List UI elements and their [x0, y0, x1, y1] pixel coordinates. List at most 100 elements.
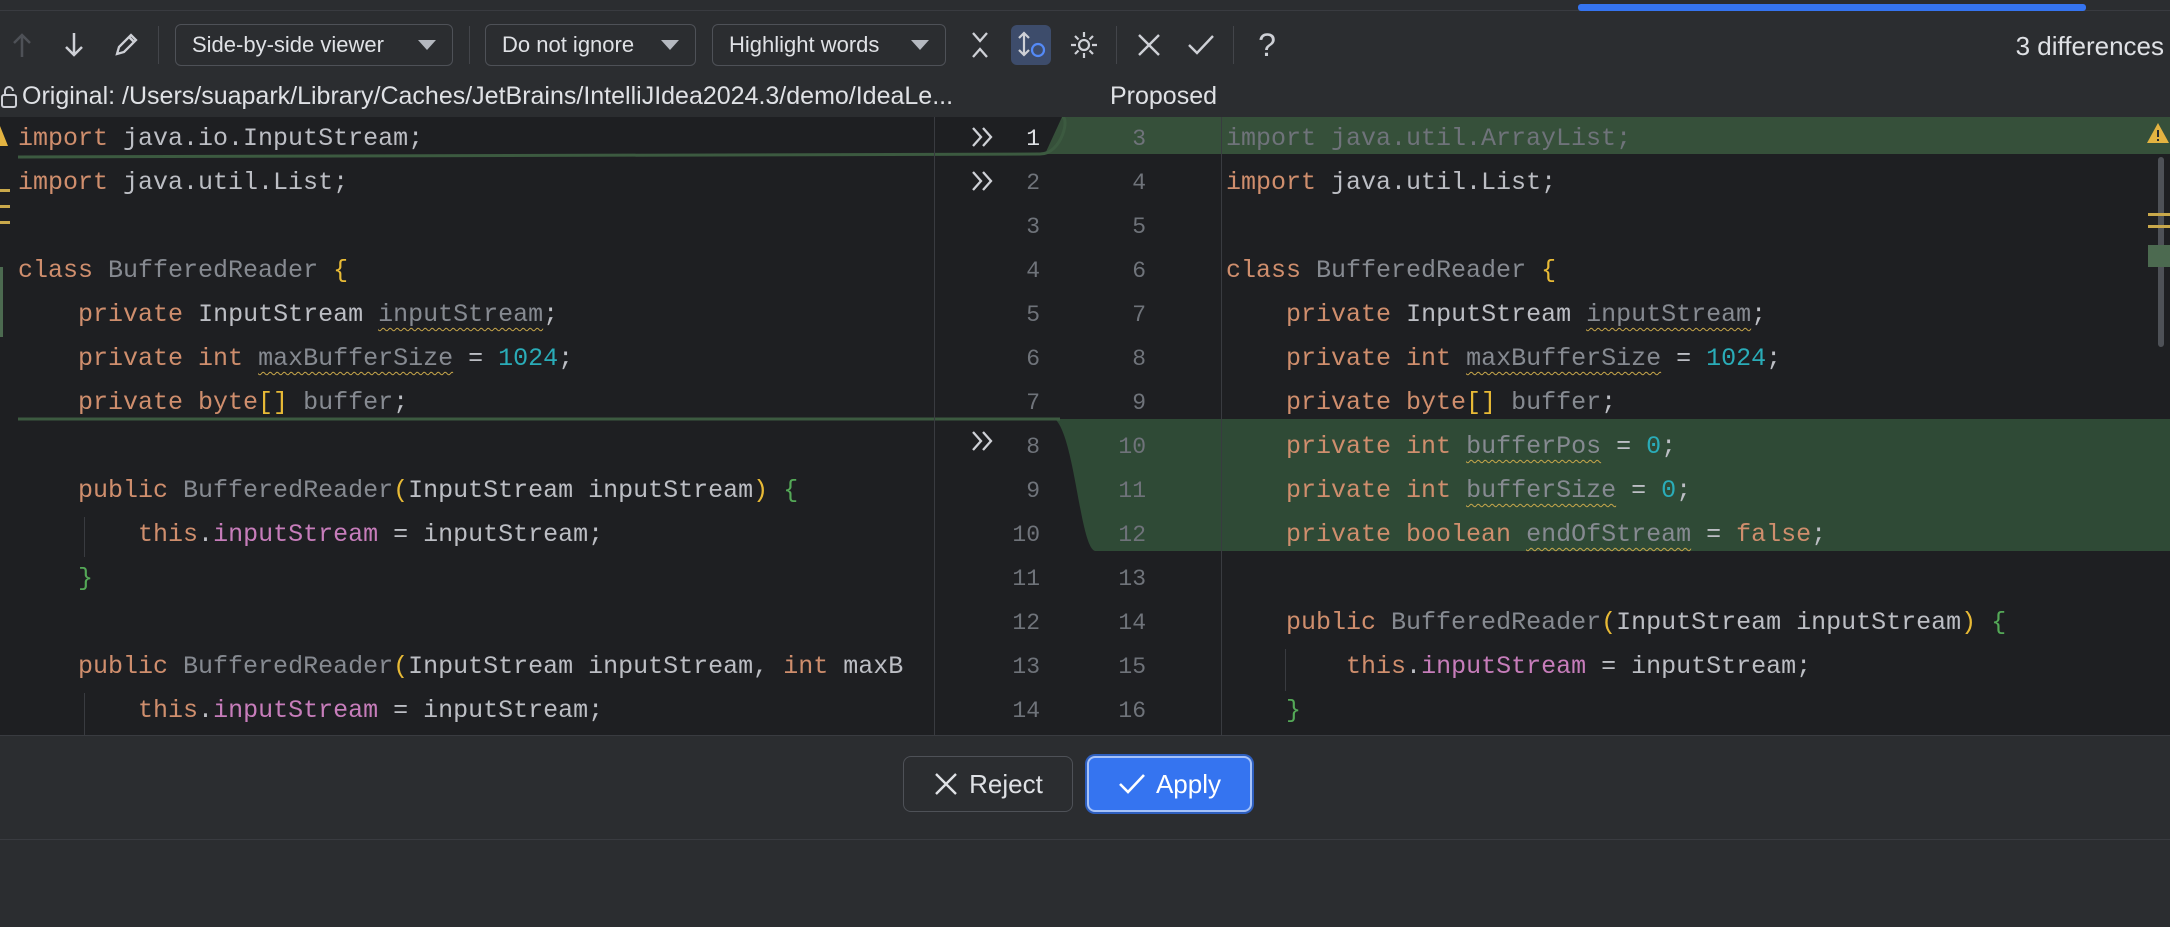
ignore-mode-dropdown[interactable]: Do not ignore — [485, 24, 696, 66]
diff-editor[interactable]: import java.io.InputStream; import java.… — [0, 117, 2170, 735]
right-code-line: import java.util.ArrayList; — [1226, 124, 1632, 153]
right-line-number: 11 — [1118, 478, 1146, 504]
apply-change-arrow-icon[interactable] — [970, 123, 996, 156]
right-code-line: public BufferedReader(InputStream inputS… — [1286, 608, 2007, 637]
right-code-line: import java.util.List; — [1226, 168, 1557, 197]
left-code-line: } — [78, 564, 94, 593]
right-code-line: private InputStream inputStream; — [1286, 300, 1767, 329]
indent-guide — [84, 517, 85, 557]
scroll-marker — [0, 189, 10, 192]
toolbar-separator — [158, 26, 159, 64]
chevron-down-icon — [911, 40, 929, 50]
right-line-number: 9 — [1132, 390, 1146, 416]
highlight-mode-value: Highlight words — [729, 32, 880, 57]
right-code-line: private int maxBufferSize = 1024; — [1286, 344, 1782, 373]
right-line-number: 6 — [1132, 258, 1146, 284]
left-code-line: private InputStream inputStream; — [78, 300, 559, 329]
left-code-line: private int maxBufferSize = 1024; — [78, 344, 574, 373]
edit-pencil-icon[interactable] — [106, 25, 146, 65]
left-code-line: import java.util.List; — [18, 168, 349, 197]
apply-change-arrow-icon[interactable] — [970, 427, 996, 460]
left-line-number: 9 — [1026, 478, 1040, 504]
left-line-number: 4 — [1026, 258, 1040, 284]
check-icon — [1119, 774, 1145, 794]
progress-indicator — [1578, 4, 2086, 11]
previous-difference-icon[interactable] — [2, 25, 42, 65]
left-line-number: 8 — [1026, 434, 1040, 460]
diff-toolbar: Side-by-side viewer Do not ignore Highli… — [0, 11, 2170, 79]
collapse-unchanged-icon[interactable] — [960, 25, 1000, 65]
reject-button[interactable]: Reject — [903, 756, 1073, 812]
left-line-number: 13 — [1012, 654, 1040, 680]
warning-icon — [2146, 121, 2170, 150]
left-line-number: 11 — [1012, 566, 1040, 592]
viewer-mode-value: Side-by-side viewer — [192, 32, 384, 57]
right-line-number: 15 — [1118, 654, 1146, 680]
right-code-line: class BufferedReader { — [1226, 256, 1557, 285]
left-line-number: 3 — [1026, 214, 1040, 240]
right-line-number: 13 — [1118, 566, 1146, 592]
accept-all-check-icon[interactable] — [1181, 25, 1221, 65]
highlight-mode-dropdown[interactable]: Highlight words — [712, 24, 946, 66]
right-line-number: 4 — [1132, 170, 1146, 196]
left-code-line: this.inputStream = inputStream; — [138, 520, 604, 549]
warning-icon — [0, 123, 10, 154]
right-line-number: 8 — [1132, 346, 1146, 372]
left-code-line: private byte[] buffer; — [78, 388, 409, 417]
left-line-number: 5 — [1026, 302, 1040, 328]
close-icon — [935, 773, 957, 795]
right-code-line: private int bufferPos = 0; — [1286, 432, 1677, 461]
chevron-down-icon — [418, 40, 436, 50]
right-code-line: private byte[] buffer; — [1286, 388, 1617, 417]
scroll-marker — [2148, 213, 2170, 216]
left-line-number: 1 — [1026, 126, 1040, 152]
right-line-number: 7 — [1132, 302, 1146, 328]
right-line-number: 10 — [1118, 434, 1146, 460]
left-line-number: 14 — [1012, 698, 1040, 724]
scroll-marker — [0, 221, 10, 224]
reject-label: Reject — [969, 768, 1043, 799]
proposed-label: Proposed — [1110, 82, 1218, 110]
left-code-line: import java.io.InputStream; — [18, 124, 424, 153]
toolbar-separator — [1116, 26, 1117, 64]
scroll-marker — [0, 267, 3, 337]
apply-button[interactable]: Apply — [1087, 756, 1252, 812]
scroll-marker — [2148, 225, 2170, 228]
left-code-line: this.inputStream = inputStream; — [138, 696, 604, 725]
left-line-number: 12 — [1012, 610, 1040, 636]
apply-change-arrow-icon[interactable] — [970, 167, 996, 200]
left-line-number: 2 — [1026, 170, 1040, 196]
apply-label: Apply — [1155, 768, 1222, 799]
action-bar — [0, 735, 2170, 840]
sync-scroll-toggle-icon[interactable] — [1011, 25, 1051, 65]
left-line-number: 10 — [1012, 522, 1040, 548]
ignore-mode-value: Do not ignore — [502, 32, 635, 57]
left-line-number: 7 — [1026, 390, 1040, 416]
toolbar-separator — [469, 26, 470, 64]
right-line-number: 16 — [1118, 698, 1146, 724]
footer-panel — [0, 839, 2170, 927]
chevron-down-icon — [661, 40, 679, 50]
scroll-marker — [2148, 245, 2170, 267]
left-line-number: 6 — [1026, 346, 1040, 372]
reject-all-close-icon[interactable] — [1129, 25, 1169, 65]
right-code-line: private int bufferSize = 0; — [1286, 476, 1692, 505]
next-difference-icon[interactable] — [54, 25, 94, 65]
lock-icon — [0, 84, 18, 115]
gutter-divider — [1221, 117, 1222, 735]
left-code-line: public BufferedReader(InputStream inputS… — [78, 652, 904, 681]
viewer-mode-dropdown[interactable]: Side-by-side viewer — [175, 24, 453, 66]
right-code-line: } — [1286, 696, 1302, 725]
right-line-number: 5 — [1132, 214, 1146, 240]
toolbar-separator — [1233, 26, 1234, 64]
left-code-line: public BufferedReader(InputStream inputS… — [78, 476, 799, 505]
right-code-line: this.inputStream = inputStream; — [1346, 652, 1812, 681]
help-icon[interactable]: ? — [1247, 25, 1287, 65]
differences-count: 3 differences — [2015, 31, 2164, 61]
right-code-line: private boolean endOfStream = false; — [1286, 520, 1827, 549]
gutter-divider — [934, 117, 935, 735]
left-code-line: class BufferedReader { — [18, 256, 349, 285]
right-line-number: 3 — [1132, 126, 1146, 152]
scroll-marker — [0, 205, 10, 208]
settings-gear-icon[interactable] — [1064, 25, 1104, 65]
